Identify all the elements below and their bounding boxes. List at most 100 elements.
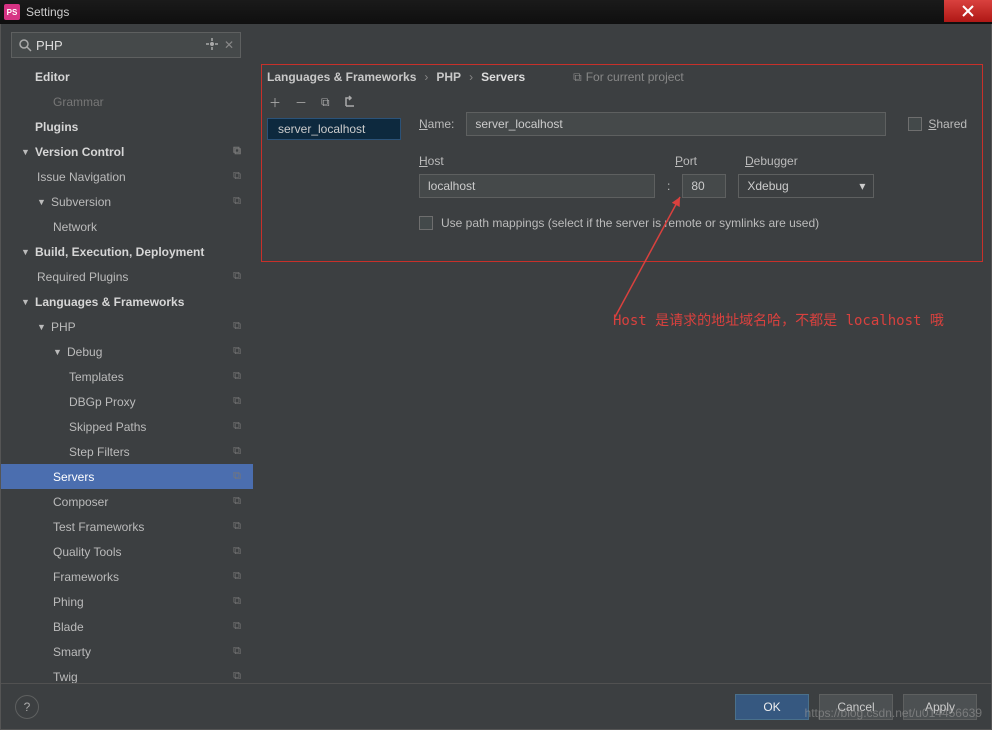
- copy-icon: ⧉: [233, 670, 241, 683]
- tree-item-version-control[interactable]: ▼ Version Control ⧉: [1, 139, 253, 164]
- tree-item-issue-navigation[interactable]: Issue Navigation⧉: [1, 164, 253, 189]
- port-input[interactable]: [682, 174, 726, 198]
- tree-item-languages-frameworks[interactable]: ▼Languages & Frameworks: [1, 289, 253, 314]
- tree-item-label: Network: [53, 220, 97, 234]
- settings-tree[interactable]: EditorGrammarPlugins▼Version Control⧉Iss…: [1, 64, 253, 683]
- main-area: EditorGrammarPlugins▼Version Control⧉Iss…: [1, 64, 991, 683]
- debugger-label: Debugger: [745, 154, 798, 168]
- remove-icon[interactable]: －: [295, 94, 307, 111]
- tree-item-subversion[interactable]: ▼ Subversion ⧉: [1, 189, 253, 214]
- cancel-button[interactable]: Cancel: [819, 694, 893, 720]
- dialog-footer: ? OK Cancel Apply: [1, 683, 991, 729]
- tree-item-label: Plugins: [35, 120, 78, 134]
- tree-item-step-filters[interactable]: Step Filters ⧉: [1, 439, 253, 464]
- tree-item-build-execution-deployment[interactable]: ▼Build, Execution, Deployment: [1, 239, 253, 264]
- path-mappings-checkbox[interactable]: [419, 216, 433, 230]
- tree-item-dbgp-proxy[interactable]: DBGp Proxy⧉: [1, 389, 253, 414]
- host-port-separator: :: [667, 179, 670, 193]
- name-label: Name:: [419, 117, 454, 131]
- close-icon: [962, 5, 974, 17]
- tree-item-test-frameworks[interactable]: Test Frameworks⧉: [1, 514, 253, 539]
- copy-icon: ⧉: [233, 170, 241, 183]
- tree-item-label: Skipped Paths: [69, 420, 146, 434]
- window-title: Settings: [26, 5, 69, 19]
- breadcrumb-part[interactable]: PHP: [436, 70, 461, 84]
- path-mappings-label: Use path mappings (select if the server …: [441, 216, 819, 230]
- server-list-item[interactable]: server_localhost: [267, 118, 401, 140]
- window-body: ✕ EditorGrammarPlugins▼Version Control⧉I…: [0, 24, 992, 730]
- apply-button[interactable]: Apply: [903, 694, 977, 720]
- tree-item-servers[interactable]: Servers⧉: [1, 464, 253, 489]
- tree-item-smarty[interactable]: Smarty ⧉: [1, 639, 253, 664]
- search-icon: [18, 38, 32, 55]
- clear-search-icon[interactable]: ✕: [224, 38, 234, 52]
- tree-item-label: Quality Tools: [53, 545, 121, 559]
- chevron-down-icon: ▾: [859, 179, 865, 193]
- tree-item-label: Smarty: [53, 645, 91, 659]
- tree-item-quality-tools[interactable]: Quality Tools ⧉: [1, 539, 253, 564]
- close-button[interactable]: [944, 0, 992, 22]
- search-box[interactable]: ✕: [11, 32, 241, 58]
- tree-item-editor[interactable]: Editor: [1, 64, 253, 89]
- tree-item-grammar[interactable]: Grammar: [1, 89, 253, 114]
- port-label: Port: [675, 154, 733, 168]
- tree-item-phing[interactable]: Phing⧉: [1, 589, 253, 614]
- tree-item-label: Step Filters: [69, 445, 130, 459]
- copy-icon[interactable]: ⧉: [321, 95, 330, 110]
- server-list[interactable]: server_localhost: [267, 118, 401, 140]
- tree-item-twig[interactable]: Twig ⧉: [1, 664, 253, 683]
- expand-arrow-icon: ▼: [21, 147, 31, 157]
- expand-arrow-icon: ▼: [21, 247, 31, 257]
- shared-label: Shared: [928, 117, 967, 131]
- tree-item-php[interactable]: ▼PHP⧉: [1, 314, 253, 339]
- tree-item-templates[interactable]: Templates⧉: [1, 364, 253, 389]
- copy-icon: ⧉: [233, 445, 241, 458]
- copy-icon: ⧉: [233, 495, 241, 508]
- titlebar: PS Settings: [0, 0, 992, 24]
- tree-item-label: Phing: [53, 595, 84, 609]
- list-toolbar: ＋ － ⧉: [267, 90, 401, 114]
- tree-item-debug[interactable]: ▼Debug⧉: [1, 339, 253, 364]
- tree-item-label: Subversion: [51, 195, 111, 209]
- project-scope-hint: ⧉For current project: [573, 70, 684, 85]
- tree-item-label: Version Control: [35, 145, 124, 159]
- name-input[interactable]: [466, 112, 886, 136]
- tree-item-plugins[interactable]: Plugins: [1, 114, 253, 139]
- tree-item-required-plugins[interactable]: Required Plugins⧉: [1, 264, 253, 289]
- expand-arrow-icon: ▼: [21, 297, 31, 307]
- tree-item-network[interactable]: Network: [1, 214, 253, 239]
- ok-button[interactable]: OK: [735, 694, 809, 720]
- host-input[interactable]: [419, 174, 655, 198]
- add-icon[interactable]: ＋: [269, 94, 281, 111]
- tree-item-skipped-paths[interactable]: Skipped Paths⧉: [1, 414, 253, 439]
- tree-item-frameworks[interactable]: Frameworks⧉: [1, 564, 253, 589]
- tree-item-label: Twig: [53, 670, 78, 684]
- copy-icon: ⧉: [233, 545, 241, 558]
- copy-icon: ⧉: [233, 145, 241, 158]
- tree-item-label: Blade: [53, 620, 84, 634]
- copy-icon: ⧉: [233, 320, 241, 333]
- tree-item-label: Debug: [67, 345, 102, 359]
- tree-item-composer[interactable]: Composer⧉: [1, 489, 253, 514]
- breadcrumb-current: Servers: [481, 70, 525, 84]
- host-label: Host: [419, 154, 663, 168]
- content-panel: Languages & Frameworks › PHP › Servers ⧉…: [253, 64, 991, 683]
- shared-checkbox[interactable]: [908, 117, 922, 131]
- server-list-column: ＋ － ⧉ server_localhost: [267, 90, 401, 683]
- search-wrap: ✕: [1, 24, 991, 66]
- chevron-right-icon: ›: [424, 70, 428, 84]
- copy-icon: ⧉: [233, 470, 241, 483]
- copy-icon: ⧉: [233, 570, 241, 583]
- copy-icon: ⧉: [233, 645, 241, 658]
- search-input[interactable]: [36, 38, 216, 53]
- expand-arrow-icon: ▼: [37, 197, 47, 207]
- help-button[interactable]: ?: [15, 695, 39, 719]
- tree-item-blade[interactable]: Blade ⧉: [1, 614, 253, 639]
- debugger-dropdown[interactable]: Xdebug ▾: [738, 174, 874, 198]
- search-gear-icon[interactable]: [206, 38, 218, 53]
- copy-icon: ⧉: [233, 195, 241, 208]
- copy-icon: ⧉: [233, 620, 241, 633]
- server-form: Name: Shared Host Port Debugger: [401, 90, 977, 683]
- breadcrumb-part[interactable]: Languages & Frameworks: [267, 70, 416, 84]
- import-icon[interactable]: [344, 94, 358, 111]
